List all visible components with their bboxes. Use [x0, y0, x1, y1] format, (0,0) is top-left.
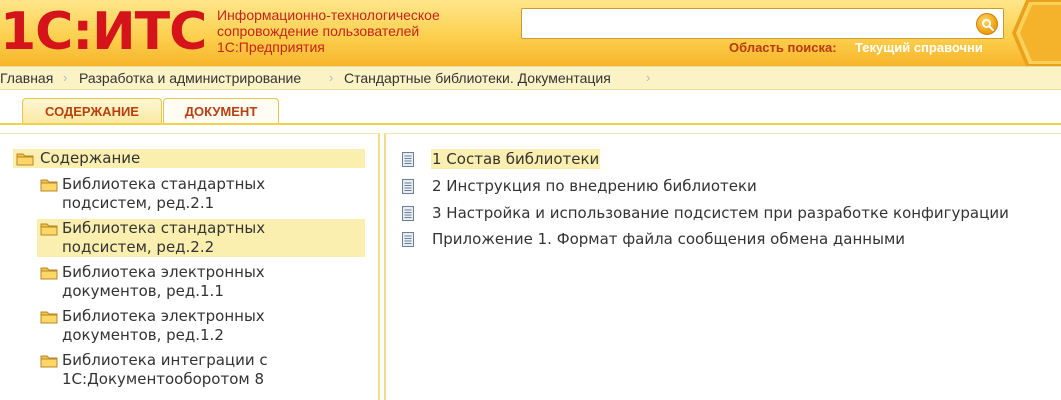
search-input[interactable] — [526, 12, 966, 35]
doc-item-label: Приложение 1. Формат файла сообщения обм… — [432, 230, 906, 248]
tree-item-bed-1-1[interactable]: Библиотека электронных документов, ред.1… — [37, 263, 365, 303]
tabs-bar: СОДЕРЖАНИЕ ДОКУМЕНТ — [0, 90, 1061, 125]
tab-document[interactable]: ДОКУМЕНТ — [163, 98, 279, 124]
tree-item-bsp-2-1[interactable]: Библиотека стандартных подсистем, ред.2.… — [37, 175, 365, 215]
tabs-underline — [0, 123, 1061, 125]
tree-item-bed-1-2[interactable]: Библиотека электронных документов, ред.1… — [37, 307, 365, 347]
search-button[interactable] — [976, 13, 998, 35]
chevron-right-icon: › — [63, 70, 68, 85]
search-area-label: Область поиска: — [729, 40, 837, 55]
document-icon — [402, 179, 414, 194]
chevron-right-icon: › — [646, 70, 651, 85]
document-icon — [402, 232, 414, 247]
magnifier-icon — [982, 19, 994, 31]
breadcrumb-home[interactable]: Главная — [0, 70, 53, 86]
header-arrow-decoration — [1012, 0, 1061, 66]
folder-icon — [40, 355, 58, 368]
breadcrumb-dev-admin[interactable]: Разработка и администрирование — [79, 70, 301, 86]
tagline: Информационно-технологическое сопровожде… — [217, 7, 487, 55]
contents-tree-panel: Содержание Библиотека стандартных подсис… — [0, 133, 380, 400]
tree-item-label: Библиотека интеграции с 1С:Документообор… — [62, 351, 268, 388]
document-icon — [402, 152, 414, 167]
tree-root-contents[interactable]: Содержание — [13, 149, 365, 168]
doc-item-label: 1 Состав библиотеки — [431, 149, 601, 169]
tree-item-label: Библиотека электронных документов, ред.1… — [62, 263, 265, 300]
tab-contents[interactable]: СОДЕРЖАНИЕ — [22, 98, 162, 124]
doc-item-label: 2 Инструкция по внедрению библиотеки — [432, 177, 757, 195]
search-area-dropdown[interactable]: Текущий справочни — [855, 40, 983, 55]
folder-icon — [40, 179, 58, 192]
chevron-right-icon: › — [329, 70, 334, 85]
documents-list-panel: 1 Состав библиотеки 2 Инструкция по внед… — [384, 133, 1061, 400]
document-icon — [402, 206, 414, 221]
folder-icon — [40, 267, 58, 280]
tree-item-docflow-integration[interactable]: Библиотека интеграции с 1С:Документообор… — [37, 351, 365, 391]
tree-root-label: Содержание — [40, 149, 141, 167]
tree-item-bsp-2-2[interactable]: Библиотека стандартных подсистем, ред.2.… — [37, 219, 365, 257]
folder-icon — [40, 311, 58, 324]
tagline-line-3: 1С:Предприятия — [217, 39, 325, 55]
folder-icon — [16, 153, 34, 166]
tree-item-label: Библиотека стандартных подсистем, ред.2.… — [62, 175, 266, 212]
breadcrumb-std-libs[interactable]: Стандартные библиотеки. Документация — [344, 70, 611, 86]
search-box — [521, 8, 1004, 39]
doc-item-label: 3 Настройка и использование подсистем пр… — [432, 204, 1009, 222]
tree-item-label: Библиотека электронных документов, ред.1… — [62, 307, 265, 344]
header: 1С:ИТС Информационно-технологическое соп… — [0, 0, 1061, 66]
search-area: Область поиска: Текущий справочни — [700, 40, 1005, 56]
breadcrumb: Главная › Разработка и администрирование… — [0, 66, 1061, 90]
tagline-line-1: Информационно-технологическое — [217, 7, 440, 23]
logo[interactable]: 1С:ИТС — [0, 2, 207, 62]
tagline-line-2: сопровождение пользователей — [217, 23, 420, 39]
folder-icon — [40, 223, 58, 236]
tree-item-label: Библиотека стандартных подсистем, ред.2.… — [62, 219, 266, 256]
